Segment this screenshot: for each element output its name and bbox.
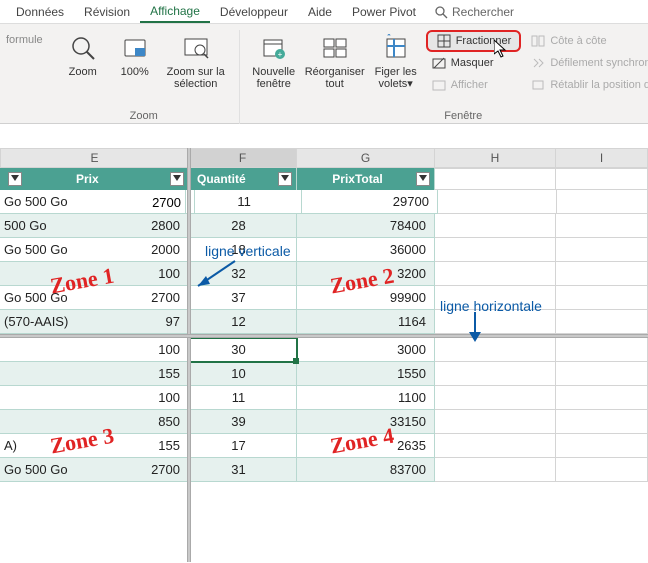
colhead-G[interactable]: G [297, 148, 435, 168]
new-window-label: Nouvelle fenêtre [250, 66, 298, 90]
th-prix: Prix [0, 168, 189, 190]
window-small-col-2: Côte à côte Défilement synchrone Rétabli… [525, 30, 648, 96]
new-window-icon: + [258, 32, 290, 64]
tell-me-label: Rechercher [452, 5, 514, 19]
filter-dropdown-prix[interactable] [170, 172, 184, 186]
table-row: 8503933150 [0, 410, 648, 434]
horizontal-split-bar[interactable] [0, 334, 648, 338]
th-quantite: Quantité [189, 168, 297, 190]
ribbon: formule Zoom 100% Zoom sur la sélection [0, 24, 648, 124]
spreadsheet-grid[interactable]: E F G H I Prix Quantité PrixTotal Go 500… [0, 148, 648, 562]
th-prixtotal: PrixTotal [297, 168, 435, 190]
table-row: Go 500 Go1129700 [0, 190, 648, 214]
ribbon-tabs: Données Révision Affichage Développeur A… [0, 0, 648, 24]
svg-text:*: * [387, 34, 391, 42]
reset-position-icon [530, 77, 546, 93]
sync-scroll-label: Défilement synchrone [550, 57, 648, 69]
colhead-F[interactable]: F [189, 148, 297, 168]
column-headers: E F G H I [0, 148, 648, 168]
freeze-panes-button[interactable]: * Figer les volets▾ [370, 30, 422, 90]
zoom-100-label: 100% [121, 66, 149, 78]
hide-label: Masquer [451, 57, 494, 69]
split-button[interactable]: Fractionner [426, 30, 522, 52]
split-icon [436, 33, 452, 49]
freeze-panes-icon: * [380, 32, 412, 64]
th-quantite-label: Quantité [197, 172, 246, 186]
th-blank-h [435, 168, 556, 190]
vertical-split-bar[interactable] [187, 148, 191, 562]
split-label: Fractionner [456, 35, 512, 47]
svg-text:+: + [277, 50, 282, 59]
table-row: Go 500 Go27003183700 [0, 458, 648, 482]
formula-bar-fragment: formule [0, 30, 49, 50]
zoom-100-button[interactable]: 100% [109, 30, 161, 78]
colhead-I[interactable]: I [556, 148, 648, 168]
window-small-col-1: Fractionner Masquer Afficher [426, 30, 522, 96]
hide-icon [431, 55, 447, 71]
tab-donnees[interactable]: Données [6, 2, 74, 22]
zoom-selection-button[interactable]: Zoom sur la sélection [161, 30, 231, 90]
unhide-button: Afficher [426, 74, 522, 96]
table-row: 100111100 [0, 386, 648, 410]
filter-dropdown-e[interactable] [8, 172, 22, 186]
grid-body: Go 500 Go1129700 500 Go28002878400 Go 50… [0, 190, 648, 562]
tab-revision[interactable]: Révision [74, 2, 140, 22]
arrange-all-icon [319, 32, 351, 64]
tell-me-search[interactable]: Rechercher [434, 5, 514, 19]
zoom-label: Zoom [69, 66, 97, 78]
unhide-icon [431, 77, 447, 93]
zoom-selection-label: Zoom sur la sélection [163, 66, 229, 90]
zoom-button[interactable]: Zoom [57, 30, 109, 78]
new-window-button[interactable]: + Nouvelle fenêtre [248, 30, 300, 90]
table-row: Go 500 Go20001836000 [0, 238, 648, 262]
freeze-panes-label: Figer les volets▾ [372, 66, 420, 90]
sync-scroll-button: Défilement synchrone [525, 52, 648, 74]
table-header-row: Prix Quantité PrixTotal [0, 168, 648, 190]
unhide-label: Afficher [451, 79, 488, 91]
table-row: 155101550 [0, 362, 648, 386]
zoom-100-icon [119, 32, 151, 64]
tab-aide[interactable]: Aide [298, 2, 342, 22]
tab-powerpivot[interactable]: Power Pivot [342, 2, 426, 22]
selected-cell[interactable]: 30 [189, 338, 297, 362]
side-by-side-button: Côte à côte [525, 30, 648, 52]
arrange-all-button[interactable]: Réorganiser tout [300, 30, 370, 90]
table-row: 500 Go28002878400 [0, 214, 648, 238]
group-zoom: Zoom 100% Zoom sur la sélection Zoom [49, 30, 240, 124]
group-zoom-label: Zoom [130, 110, 158, 124]
th-prix-label: Prix [76, 172, 99, 186]
colhead-H[interactable]: H [435, 148, 556, 168]
th-blank-i [556, 168, 648, 190]
group-window: + Nouvelle fenêtre Réorganiser tout * Fi… [240, 30, 648, 124]
zoom-selection-icon [180, 32, 212, 64]
tab-affichage[interactable]: Affichage [140, 1, 210, 23]
arrange-all-label: Réorganiser tout [302, 66, 368, 90]
table-row: 100323200 [0, 262, 648, 286]
colhead-E[interactable]: E [0, 148, 189, 168]
side-by-side-label: Côte à côte [550, 35, 606, 47]
search-icon [434, 5, 448, 19]
th-prixtotal-label: PrixTotal [332, 172, 382, 186]
reset-position-button: Rétablir la position de la f [525, 74, 648, 96]
table-row: A)155172635 [0, 434, 648, 458]
filter-dropdown-prixtotal[interactable] [416, 172, 430, 186]
hide-button[interactable]: Masquer [426, 52, 522, 74]
group-window-label: Fenêtre [444, 110, 482, 124]
tab-developpeur[interactable]: Développeur [210, 2, 298, 22]
zoom-icon [67, 32, 99, 64]
side-by-side-icon [530, 33, 546, 49]
filter-dropdown-quantite[interactable] [278, 172, 292, 186]
sync-scroll-icon [530, 55, 546, 71]
reset-position-label: Rétablir la position de la f [550, 79, 648, 91]
table-row: Go 500 Go27003799900 [0, 286, 648, 310]
table-row: (570-AAIS)97121164 [0, 310, 648, 334]
table-row: 100303000 [0, 338, 648, 362]
